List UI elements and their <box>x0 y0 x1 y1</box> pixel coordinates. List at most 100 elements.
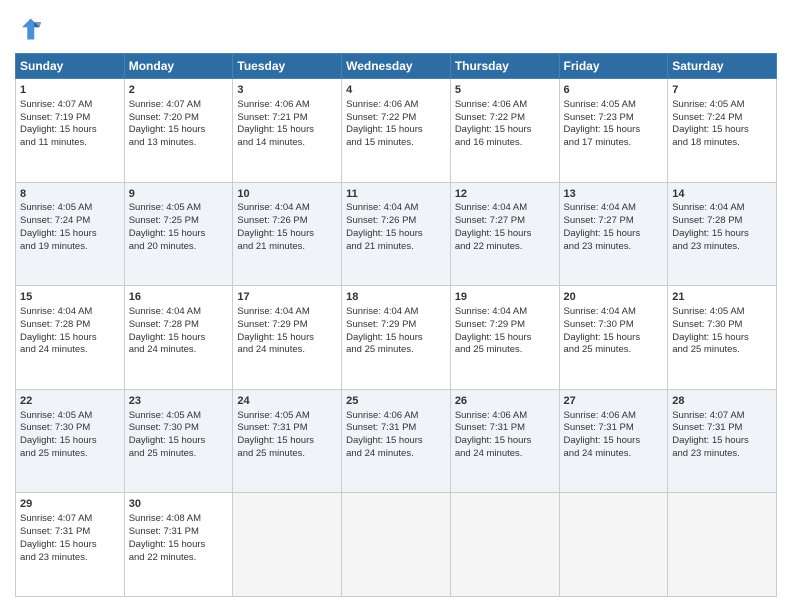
day-info-line: Daylight: 15 hours <box>455 332 555 345</box>
calendar-cell: 27Sunrise: 4:06 AMSunset: 7:31 PMDayligh… <box>559 389 668 493</box>
day-info-line: and 25 minutes. <box>672 344 772 357</box>
day-info-line: Sunrise: 4:06 AM <box>237 99 337 112</box>
col-header-monday: Monday <box>124 54 233 79</box>
day-info-line: Sunset: 7:30 PM <box>672 319 772 332</box>
day-info-line: and 25 minutes. <box>237 448 337 461</box>
day-info-line: and 24 minutes. <box>346 448 446 461</box>
day-number: 5 <box>455 83 555 98</box>
day-info-line: Daylight: 15 hours <box>20 539 120 552</box>
day-number: 14 <box>672 187 772 202</box>
day-info-line: Sunset: 7:19 PM <box>20 112 120 125</box>
day-info-line: Daylight: 15 hours <box>20 228 120 241</box>
day-info-line: Sunset: 7:27 PM <box>564 215 664 228</box>
day-info-line: Sunset: 7:28 PM <box>129 319 229 332</box>
day-info-line: Sunrise: 4:04 AM <box>346 202 446 215</box>
day-info-line: and 25 minutes. <box>455 344 555 357</box>
calendar-cell: 10Sunrise: 4:04 AMSunset: 7:26 PMDayligh… <box>233 182 342 286</box>
day-info-line: Daylight: 15 hours <box>672 435 772 448</box>
day-number: 25 <box>346 394 446 409</box>
calendar-cell: 3Sunrise: 4:06 AMSunset: 7:21 PMDaylight… <box>233 79 342 183</box>
day-info-line: Sunrise: 4:06 AM <box>346 99 446 112</box>
day-info-line: Sunset: 7:22 PM <box>455 112 555 125</box>
col-header-tuesday: Tuesday <box>233 54 342 79</box>
day-info-line: Daylight: 15 hours <box>237 124 337 137</box>
calendar-cell <box>668 493 777 597</box>
day-info-line: Daylight: 15 hours <box>129 124 229 137</box>
day-number: 3 <box>237 83 337 98</box>
calendar-cell: 29Sunrise: 4:07 AMSunset: 7:31 PMDayligh… <box>16 493 125 597</box>
day-info-line: Sunset: 7:24 PM <box>672 112 772 125</box>
day-info-line: and 22 minutes. <box>129 552 229 565</box>
calendar-week-row: 15Sunrise: 4:04 AMSunset: 7:28 PMDayligh… <box>16 286 777 390</box>
day-info-line: Daylight: 15 hours <box>129 332 229 345</box>
calendar-week-row: 8Sunrise: 4:05 AMSunset: 7:24 PMDaylight… <box>16 182 777 286</box>
day-number: 20 <box>564 290 664 305</box>
day-info-line: Sunset: 7:25 PM <box>129 215 229 228</box>
day-info-line: Daylight: 15 hours <box>346 124 446 137</box>
day-number: 27 <box>564 394 664 409</box>
day-info-line: and 24 minutes. <box>237 344 337 357</box>
day-info-line: Sunrise: 4:07 AM <box>672 410 772 423</box>
day-info-line: Sunrise: 4:05 AM <box>20 202 120 215</box>
day-info-line: Sunrise: 4:05 AM <box>129 410 229 423</box>
day-info-line: and 21 minutes. <box>237 241 337 254</box>
day-info-line: and 23 minutes. <box>672 241 772 254</box>
calendar-cell <box>450 493 559 597</box>
calendar-cell <box>559 493 668 597</box>
day-info-line: and 22 minutes. <box>455 241 555 254</box>
day-info-line: and 15 minutes. <box>346 137 446 150</box>
calendar-cell: 5Sunrise: 4:06 AMSunset: 7:22 PMDaylight… <box>450 79 559 183</box>
day-info-line: Daylight: 15 hours <box>346 435 446 448</box>
day-info-line: Sunset: 7:28 PM <box>20 319 120 332</box>
day-info-line: Sunset: 7:29 PM <box>346 319 446 332</box>
day-info-line: Sunset: 7:30 PM <box>564 319 664 332</box>
day-number: 7 <box>672 83 772 98</box>
day-info-line: Sunset: 7:27 PM <box>455 215 555 228</box>
day-number: 17 <box>237 290 337 305</box>
day-info-line: and 23 minutes. <box>672 448 772 461</box>
day-info-line: Daylight: 15 hours <box>455 228 555 241</box>
day-number: 10 <box>237 187 337 202</box>
calendar-cell: 15Sunrise: 4:04 AMSunset: 7:28 PMDayligh… <box>16 286 125 390</box>
day-number: 6 <box>564 83 664 98</box>
day-info-line: and 23 minutes. <box>564 241 664 254</box>
calendar-cell: 13Sunrise: 4:04 AMSunset: 7:27 PMDayligh… <box>559 182 668 286</box>
day-info-line: and 24 minutes. <box>564 448 664 461</box>
calendar-cell: 20Sunrise: 4:04 AMSunset: 7:30 PMDayligh… <box>559 286 668 390</box>
day-info-line: Sunrise: 4:05 AM <box>20 410 120 423</box>
day-info-line: and 19 minutes. <box>20 241 120 254</box>
day-info-line: and 13 minutes. <box>129 137 229 150</box>
calendar-cell: 22Sunrise: 4:05 AMSunset: 7:30 PMDayligh… <box>16 389 125 493</box>
col-header-wednesday: Wednesday <box>342 54 451 79</box>
day-info-line: Sunrise: 4:07 AM <box>20 513 120 526</box>
day-number: 26 <box>455 394 555 409</box>
day-number: 18 <box>346 290 446 305</box>
calendar-cell: 25Sunrise: 4:06 AMSunset: 7:31 PMDayligh… <box>342 389 451 493</box>
day-info-line: Sunrise: 4:08 AM <box>129 513 229 526</box>
calendar-week-row: 1Sunrise: 4:07 AMSunset: 7:19 PMDaylight… <box>16 79 777 183</box>
calendar-cell: 14Sunrise: 4:04 AMSunset: 7:28 PMDayligh… <box>668 182 777 286</box>
calendar-cell: 12Sunrise: 4:04 AMSunset: 7:27 PMDayligh… <box>450 182 559 286</box>
day-info-line: Sunset: 7:24 PM <box>20 215 120 228</box>
calendar-cell: 11Sunrise: 4:04 AMSunset: 7:26 PMDayligh… <box>342 182 451 286</box>
calendar-cell: 8Sunrise: 4:05 AMSunset: 7:24 PMDaylight… <box>16 182 125 286</box>
day-number: 13 <box>564 187 664 202</box>
day-info-line: Sunrise: 4:04 AM <box>672 202 772 215</box>
day-info-line: Sunset: 7:31 PM <box>129 526 229 539</box>
day-info-line: and 18 minutes. <box>672 137 772 150</box>
day-info-line: and 24 minutes. <box>20 344 120 357</box>
day-info-line: and 24 minutes. <box>129 344 229 357</box>
day-number: 29 <box>20 497 120 512</box>
calendar-cell: 2Sunrise: 4:07 AMSunset: 7:20 PMDaylight… <box>124 79 233 183</box>
calendar-cell: 17Sunrise: 4:04 AMSunset: 7:29 PMDayligh… <box>233 286 342 390</box>
day-info-line: Sunset: 7:30 PM <box>129 422 229 435</box>
day-info-line: Sunset: 7:31 PM <box>237 422 337 435</box>
day-info-line: Daylight: 15 hours <box>237 332 337 345</box>
calendar-cell: 23Sunrise: 4:05 AMSunset: 7:30 PMDayligh… <box>124 389 233 493</box>
logo <box>15 15 47 43</box>
day-number: 19 <box>455 290 555 305</box>
day-info-line: Sunset: 7:31 PM <box>20 526 120 539</box>
day-info-line: Sunset: 7:31 PM <box>564 422 664 435</box>
day-info-line: Sunrise: 4:04 AM <box>455 202 555 215</box>
calendar-cell: 18Sunrise: 4:04 AMSunset: 7:29 PMDayligh… <box>342 286 451 390</box>
